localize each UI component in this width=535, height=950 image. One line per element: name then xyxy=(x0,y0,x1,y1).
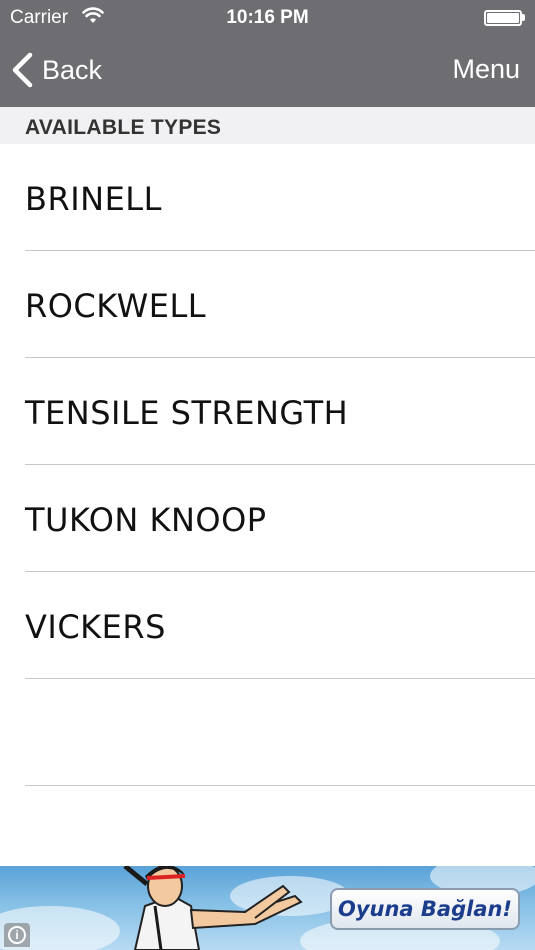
back-button-label: Back xyxy=(42,54,103,85)
back-button[interactable]: Back xyxy=(10,50,102,90)
battery-level xyxy=(487,13,519,23)
info-icon: i xyxy=(8,926,26,944)
section-title: AVAILABLE TYPES xyxy=(25,116,222,139)
section-header: AVAILABLE TYPES xyxy=(0,107,535,144)
ad-banner[interactable]: Oyuna Bağlan! i xyxy=(0,866,535,950)
list-item-tensile-strength[interactable]: TENSILE STRENGTH xyxy=(0,358,535,465)
ad-info-button[interactable]: i xyxy=(4,923,30,947)
ad-character-image xyxy=(123,866,303,950)
navigation-bar: Back Menu xyxy=(0,36,535,107)
list-item-tukon-knoop[interactable]: TUKON KNOOP xyxy=(0,465,535,572)
row-separator xyxy=(25,785,535,786)
list-item-rockwell[interactable]: ROCKWELL xyxy=(0,251,535,358)
ad-cta-button[interactable]: Oyuna Bağlan! xyxy=(330,888,520,930)
list-item-vickers[interactable]: VICKERS xyxy=(0,572,535,679)
chevron-left-icon xyxy=(12,52,33,88)
battery-icon xyxy=(484,10,522,26)
battery-tip xyxy=(522,14,525,21)
status-bar: Carrier 10:16 PM xyxy=(0,0,535,36)
list-item-brinell[interactable]: BRINELL xyxy=(0,144,535,251)
ad-cta-label: Oyuna Bağlan! xyxy=(337,897,513,921)
list-item-empty xyxy=(0,679,535,786)
status-time: 10:16 PM xyxy=(226,7,309,28)
menu-button[interactable]: Menu xyxy=(452,54,520,85)
list-item-label: VICKERS xyxy=(25,608,166,646)
list-item-label: TUKON KNOOP xyxy=(25,501,267,539)
app-header: Carrier 10:16 PM Back Menu xyxy=(0,0,535,107)
list-item-label: BRINELL xyxy=(25,180,162,218)
list-item-label: TENSILE STRENGTH xyxy=(25,394,349,432)
list-item-label: ROCKWELL xyxy=(25,287,207,325)
types-list: BRINELL ROCKWELL TENSILE STRENGTH TUKON … xyxy=(0,144,535,786)
